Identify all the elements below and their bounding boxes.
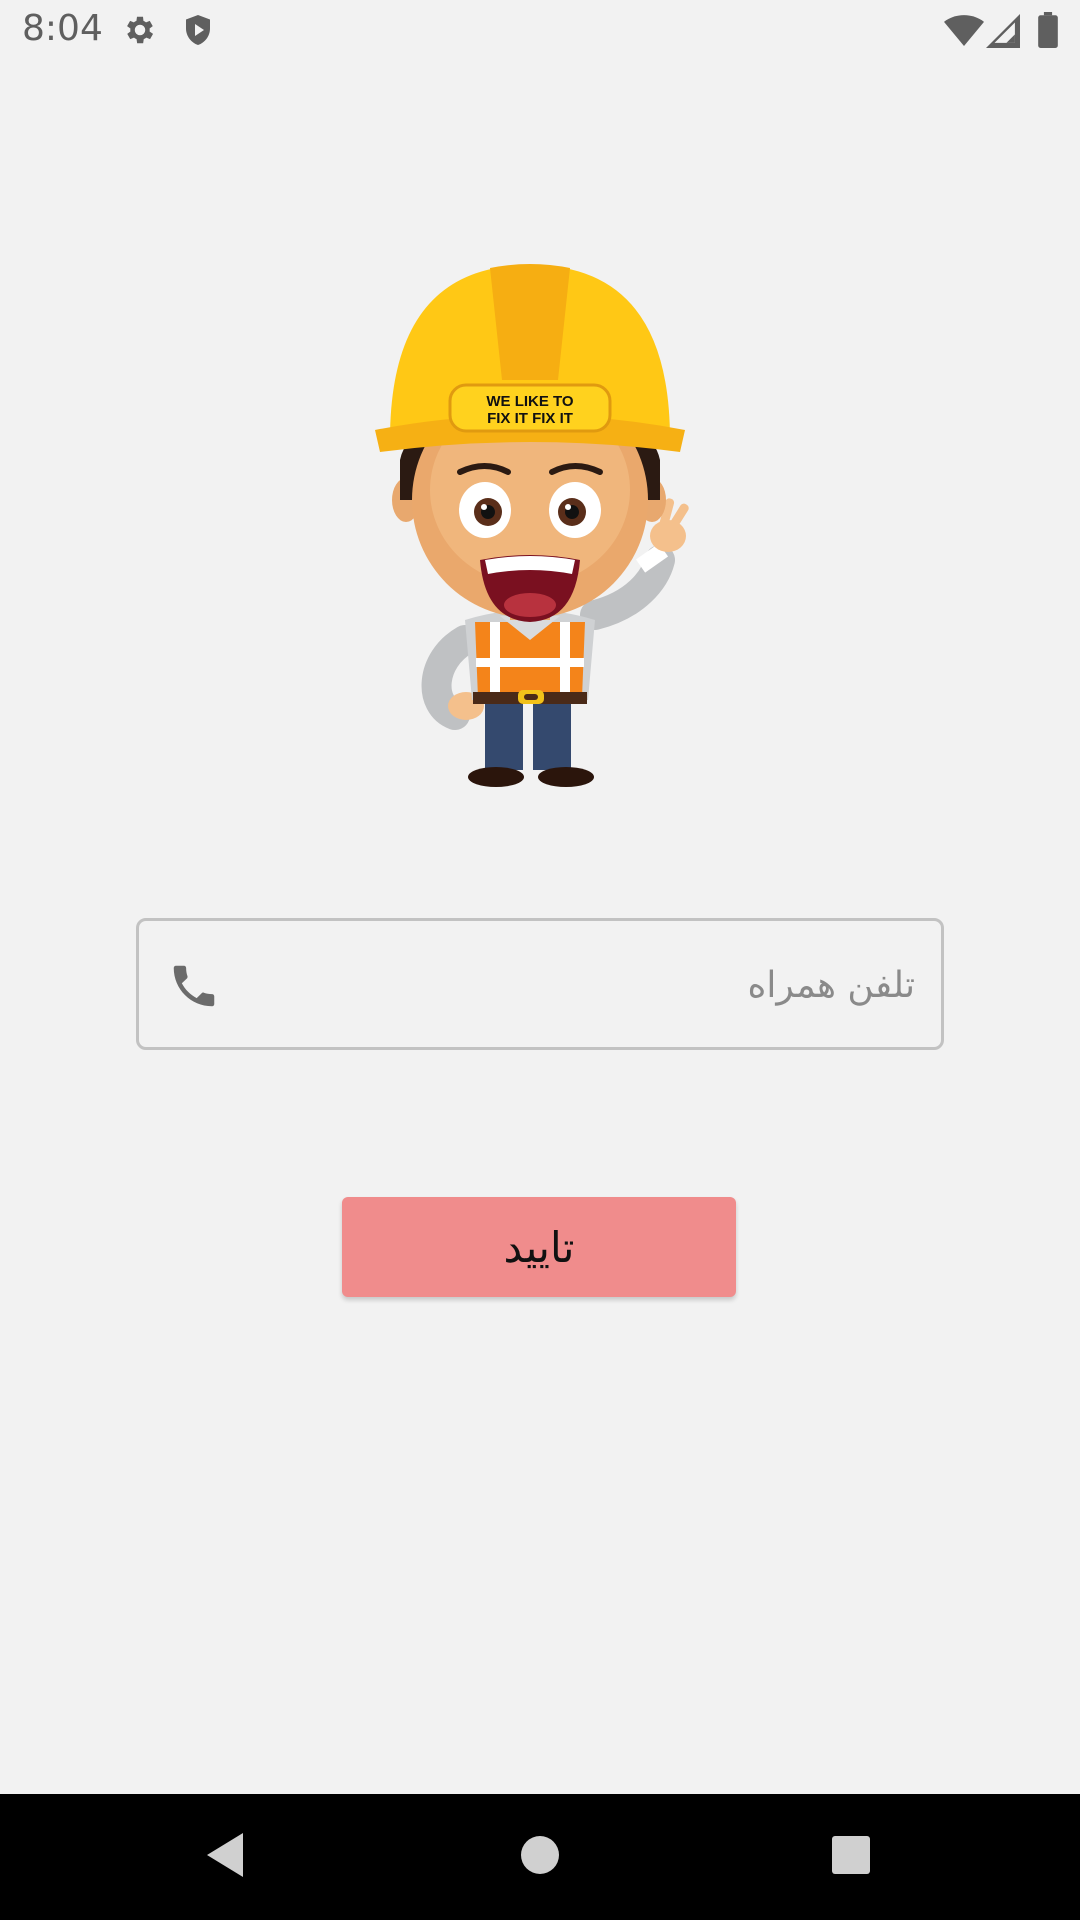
wifi-icon [944,14,984,52]
recents-button[interactable] [791,1794,911,1920]
construction-worker-mascot: WE LIKE TO FIX IT FIX IT [370,260,710,790]
status-time: 8:04 [22,8,103,49]
back-icon [203,1831,247,1883]
navigation-bar [0,1794,1080,1920]
login-screen: 8:04 WE LIKE TO FIX IT FIX IT تلفن همراه… [0,0,1080,1920]
battery-icon [1038,12,1058,52]
phone-field[interactable] [136,918,944,1050]
home-icon [520,1835,560,1879]
settings-icon [122,12,158,52]
helmet-text-line2: FIX IT FIX IT [487,410,573,427]
back-button[interactable] [165,1794,285,1920]
home-button[interactable] [480,1794,600,1920]
shield-icon [180,12,216,52]
phone-input[interactable] [293,951,917,1019]
signal-icon [986,14,1020,52]
helmet-text-line1: WE LIKE TO [486,393,574,410]
confirm-button[interactable]: تایید [342,1197,736,1297]
phone-icon [167,959,221,1013]
status-bar: 8:04 [0,0,1080,64]
recents-icon [831,1835,871,1879]
